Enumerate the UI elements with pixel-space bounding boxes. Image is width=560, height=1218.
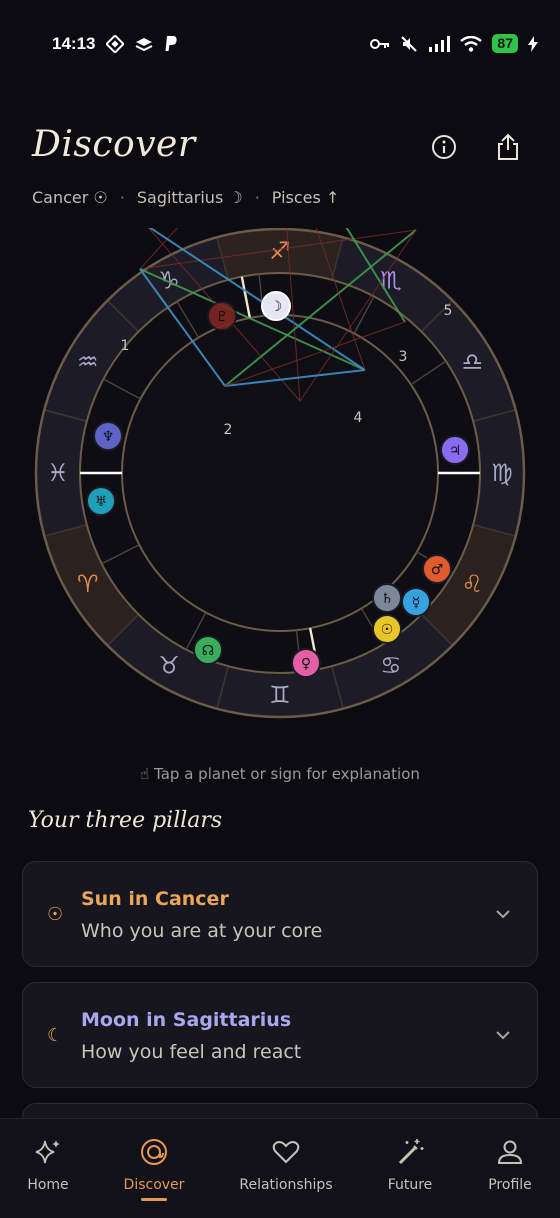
sun-sign-label[interactable]: Cancer ☉ [32,188,108,207]
zodiac-sign-icon[interactable]: ♓ [47,459,69,487]
status-bar: 14:13 87 [0,0,560,90]
planet-glyph: ♂ [431,562,444,578]
stack-icon [135,38,153,52]
share-button[interactable] [494,132,522,162]
magic-wand-icon [398,1139,424,1165]
sun-icon: ☉ [47,904,64,925]
house-number: 2 [224,422,233,438]
status-right: 87 [370,34,538,53]
share-icon [498,133,518,160]
nav-future-label: Future [387,1177,433,1193]
pillars-section-title: Your three pillars [28,808,223,833]
house-number: 4 [354,410,363,426]
zodiac-sign-icon[interactable]: ♊ [269,681,291,709]
zodiac-sign-icon[interactable]: ♏ [380,267,402,295]
nav-future[interactable]: Future [355,1137,465,1193]
nav-profile[interactable]: Profile [455,1137,560,1193]
zodiac-sign-icon[interactable]: ♑ [158,267,180,295]
planet-glyph: ♆ [102,429,115,445]
signal-icon [429,35,451,52]
rising-sign-label[interactable]: Pisces ↑ [272,188,340,207]
zodiac-sign-icon[interactable]: ♉ [158,651,180,679]
zodiac-sign-icon[interactable]: ♒ [77,348,99,376]
sign-summary: Cancer ☉ · Sagittarius ☽ · Pisces ↑ [32,188,339,207]
pillar-subtitle: Who you are at your core [81,920,323,942]
app-icon [106,35,124,53]
planet-glyph: ☿ [412,595,421,611]
planet-glyph: ☽ [270,299,283,315]
wifi-icon [460,35,483,52]
house-number: 1 [121,338,130,354]
planet-glyph: ☊ [202,643,214,659]
status-left-icons [106,35,178,53]
zodiac-sign-icon[interactable]: ♈ [77,570,99,598]
moon-icon: ☾ [47,1025,64,1046]
charging-icon [528,35,538,52]
birth-chart[interactable]: ♐♏♎♍♌♋♊♉♈♓♒♑12345678910♇☽♆♅♃♂♄☿☉♀☊ [0,228,560,748]
chevron-down-icon[interactable] [495,1027,511,1043]
mute-icon [401,35,418,52]
sparkle-icon [35,1140,60,1164]
nav-discover[interactable]: Discover [99,1137,209,1193]
tap-hint: ☝ Tap a planet or sign for explanation [0,765,560,783]
planet-glyph: ♄ [381,591,394,607]
bottom-navigation: Home Discover Relationships Future Profi… [0,1118,560,1218]
pillar-card-sun[interactable]: ☉ Sun in Cancer Who you are at your core [22,861,538,967]
hand-tap-icon: ☝ [140,765,150,783]
paypal-icon [165,36,177,51]
pillar-title: Sun in Cancer [81,888,229,910]
nav-home[interactable]: Home [0,1137,103,1193]
zodiac-sign-icon[interactable]: ♍ [491,459,513,487]
zodiac-sign-icon[interactable]: ♌ [461,570,483,598]
page-title: Discover [32,124,196,165]
chevron-down-icon[interactable] [495,906,511,922]
planet-glyph: ♃ [449,443,462,459]
birth-chart-wheel[interactable]: ♐♏♎♍♌♋♊♉♈♓♒♑12345678910♇☽♆♅♃♂♄☿☉♀☊ [0,228,560,748]
planet-glyph: ☉ [381,622,394,638]
separator: · [254,188,260,207]
planet-glyph: ♇ [216,309,229,325]
nav-relationships-label: Relationships [239,1177,333,1193]
planet-glyph: ♅ [95,494,108,510]
planet-glyph: ♀ [301,656,311,672]
tap-hint-text: Tap a planet or sign for explanation [154,765,420,783]
nav-relationships[interactable]: Relationships [231,1137,341,1193]
nav-profile-label: Profile [488,1177,532,1193]
nav-discover-label: Discover [123,1177,185,1193]
key-icon [370,38,390,49]
info-icon [432,135,456,159]
nav-home-label: Home [27,1177,69,1193]
house-number: 3 [399,349,408,365]
person-icon [497,1140,523,1164]
zodiac-sign-icon[interactable]: ♎ [461,348,483,376]
battery-indicator: 87 [492,34,518,53]
pillar-title: Moon in Sagittarius [81,1009,292,1031]
separator: · [119,188,125,207]
heart-icon [272,1141,300,1164]
pillar-card-moon[interactable]: ☾ Moon in Sagittarius How you feel and r… [22,982,538,1088]
zodiac-sign-icon[interactable]: ♋ [380,651,402,679]
pillar-subtitle: How you feel and react [81,1041,302,1063]
moon-sign-label[interactable]: Sagittarius ☽ [137,188,243,207]
target-icon [141,1139,167,1165]
house-number: 5 [444,303,453,319]
info-button[interactable] [430,132,458,162]
nav-active-indicator [141,1198,167,1201]
status-time: 14:13 [52,34,96,53]
